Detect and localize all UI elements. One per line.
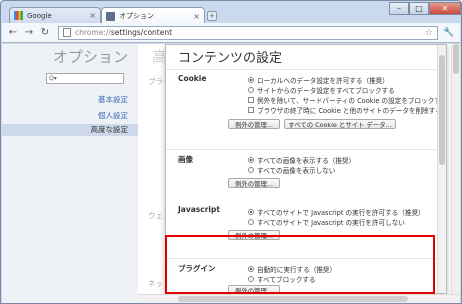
back-icon[interactable]: ← (6, 26, 20, 40)
plugins-auto-radio[interactable]: 自動的に実行する（推奨） (248, 264, 336, 274)
radio-icon (248, 87, 254, 93)
forward-icon[interactable]: → (22, 26, 36, 40)
sidebar-item-basics[interactable]: 基本設定 (98, 94, 128, 105)
scrollbar-thumb[interactable] (178, 296, 408, 302)
block-third-party-checkbox[interactable]: 例外を除いて、サードパーティの Cookie の設定をブロックする (248, 95, 447, 105)
bookmark-star-icon[interactable]: ☆ (425, 28, 433, 38)
option-label: サイトからのデータ設定をすべてブロックする (257, 87, 395, 95)
checkbox-icon (248, 107, 254, 113)
close-tab-icon[interactable]: × (193, 12, 200, 21)
radio-checked-icon (248, 266, 254, 272)
tab-google[interactable]: Google × (9, 7, 101, 23)
google-favicon-icon (14, 11, 23, 20)
option-label: すべての画像を表示しない (257, 167, 336, 175)
option-label: すべてのサイトで Javascript の実行を許可しない (257, 219, 405, 227)
tab-label: Google (27, 11, 52, 20)
option-label: 自動的に実行する（推奨） (257, 266, 337, 274)
page-content: オプション Q▾ 基本設定 個人設定 高度な設定 高度 プライ ウェ ネッ コン… (2, 44, 460, 303)
plugins-section: プラグイン 自動的に実行する（推奨） すべてブロックする 例外の管理... (166, 258, 446, 293)
window-controls: – □ ✕ (389, 2, 461, 15)
scrollbar-thumb[interactable] (453, 44, 459, 74)
section-name: プラグイン (178, 264, 216, 273)
images-hide-radio[interactable]: すべての画像を表示しない (248, 165, 335, 175)
sidebar: オプション Q▾ 基本設定 個人設定 高度な設定 (2, 44, 138, 303)
clear-on-exit-checkbox[interactable]: ブラウザの終了時に Cookie と他のサイトのデータを削除する (248, 105, 442, 115)
reload-icon[interactable]: ↻ (38, 26, 52, 40)
scrollbar-thumb[interactable] (439, 55, 445, 165)
page-icon (63, 28, 71, 37)
radio-icon (248, 219, 254, 225)
url-scheme: chrome:// (75, 28, 111, 37)
section-name: 画像 (178, 155, 193, 164)
tab-strip: Google × オプション × + – □ ✕ (1, 1, 461, 24)
javascript-block-radio[interactable]: すべてのサイトで Javascript の実行を許可しない (248, 217, 405, 227)
wrench-menu-icon[interactable]: 🔧 (442, 26, 456, 40)
cookie-section: Cookie ローカルへのデータ設定を許可する（推奨） サイトからのデータ設定を… (166, 69, 447, 141)
sidebar-item-advanced[interactable]: 高度な設定 (2, 124, 138, 136)
dialog-title: コンテンツの設定 (178, 51, 283, 66)
radio-checked-icon (248, 157, 254, 163)
manage-exceptions-button[interactable]: 例外の管理... (228, 119, 280, 129)
option-label: すべてブロックする (257, 276, 316, 284)
close-tab-icon[interactable]: × (89, 11, 96, 20)
manage-exceptions-button[interactable]: 例外の管理... (228, 230, 280, 240)
tab-label: オプション (119, 12, 154, 20)
option-label: すべての画像を表示する（推奨） (257, 157, 356, 165)
cookie-allow-radio[interactable]: ローカルへのデータ設定を許可する（推奨） (248, 75, 389, 85)
wrench-favicon-icon (106, 11, 115, 21)
javascript-section: Javascript すべてのサイトで Javascript の実行を許可する（… (166, 198, 446, 256)
checkbox-icon (248, 97, 254, 103)
javascript-allow-radio[interactable]: すべてのサイトで Javascript の実行を許可する（推奨） (248, 207, 425, 217)
plugins-block-radio[interactable]: すべてブロックする (248, 274, 316, 284)
close-window-icon[interactable]: ✕ (429, 2, 461, 15)
sidebar-item-personal[interactable]: 個人設定 (98, 110, 128, 121)
page-title: オプション (52, 48, 128, 66)
content-settings-dialog: コンテンツの設定 Cookie ローカルへのデータ設定を許可する（推奨） サイト… (165, 44, 447, 294)
section-name: Javascript (178, 205, 220, 214)
radio-icon (248, 167, 254, 173)
address-bar[interactable]: chrome:// settings/content ☆ (58, 25, 438, 40)
section-name: Cookie (178, 74, 207, 83)
images-show-radio[interactable]: すべての画像を表示する（推奨） (248, 155, 355, 165)
radio-icon (248, 276, 254, 282)
all-cookies-button[interactable]: すべての Cookie とサイト データ... (284, 119, 396, 129)
manage-exceptions-button[interactable]: 例外の管理... (228, 285, 280, 293)
option-label: 例外を除いて、サードパーティの Cookie の設定をブロックする (257, 97, 447, 105)
maximize-icon[interactable]: □ (409, 2, 429, 15)
radio-checked-icon (248, 209, 254, 215)
new-tab-button[interactable]: + (207, 11, 217, 21)
cookie-block-radio[interactable]: サイトからのデータ設定をすべてブロックする (248, 85, 395, 95)
option-label: ブラウザの終了時に Cookie と他のサイトのデータを削除する (257, 107, 442, 115)
tab-options[interactable]: オプション × (101, 7, 205, 24)
url-path: settings/content (110, 28, 173, 37)
manage-exceptions-button[interactable]: 例外の管理... (228, 178, 280, 188)
page-vertical-scrollbar[interactable] (451, 44, 460, 294)
minimize-icon[interactable]: – (389, 2, 409, 15)
browser-window: Google × オプション × + – □ ✕ ← → ↻ chrome://… (0, 0, 462, 304)
radio-checked-icon (248, 77, 254, 83)
toolbar: ← → ↻ chrome:// settings/content ☆ 🔧 (2, 23, 460, 43)
horizontal-scrollbar[interactable] (138, 294, 460, 303)
option-label: すべてのサイトで Javascript の実行を許可する（推奨） (257, 209, 425, 217)
vertical-scrollbar[interactable] (437, 45, 446, 293)
search-input[interactable]: Q▾ (46, 73, 124, 84)
option-label: ローカルへのデータ設定を許可する（推奨） (257, 77, 389, 85)
